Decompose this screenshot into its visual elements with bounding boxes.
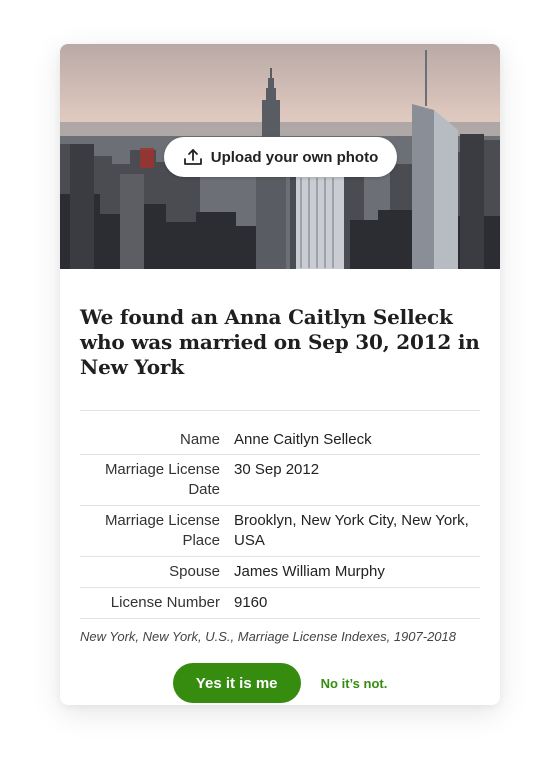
upload-photo-label: Upload your own photo: [210, 148, 379, 166]
upload-photo-button[interactable]: Upload your own photo: [164, 137, 397, 177]
record-row-name: Name Anne Caitlyn Selleck: [80, 411, 480, 455]
no-its-not-link[interactable]: No it’s not.: [321, 676, 388, 691]
record-source: New York, New York, U.S., Marriage Licen…: [80, 629, 456, 644]
record-label: Name: [179, 431, 220, 448]
record-label: Marriage License Place: [104, 512, 220, 549]
record-row-license-number: License Number 9160: [80, 588, 480, 619]
record-value: James William Murphy: [234, 563, 385, 580]
record-value: Anne Caitlyn Selleck: [234, 431, 372, 448]
record-value: 30 Sep 2012: [234, 461, 320, 478]
record-details-table: Name Anne Caitlyn Selleck Marriage Licen…: [80, 410, 480, 619]
record-row-spouse: Spouse James William Murphy: [80, 557, 480, 588]
record-label: License Number: [110, 594, 220, 611]
record-value: 9160: [234, 594, 268, 611]
record-value: Brooklyn, New York City, New York, USA: [234, 512, 469, 549]
match-heading: We found an Anna Caitlyn Selleck who was…: [80, 305, 480, 379]
record-row-license-date: Marriage License Date 30 Sep 2012: [80, 455, 480, 506]
record-label: Spouse: [169, 563, 220, 580]
yes-it-is-me-button[interactable]: Yes it is me: [172, 663, 301, 703]
record-label: Marriage License Date: [104, 461, 220, 498]
record-row-license-place: Marriage License Place Brooklyn, New Yor…: [80, 506, 480, 557]
record-match-card: Upload your own photo We found an Anna C…: [60, 44, 500, 705]
confirmation-actions: Yes it is me No it’s not.: [80, 663, 480, 703]
hero-image: Upload your own photo: [60, 44, 500, 269]
upload-icon: [183, 147, 203, 167]
